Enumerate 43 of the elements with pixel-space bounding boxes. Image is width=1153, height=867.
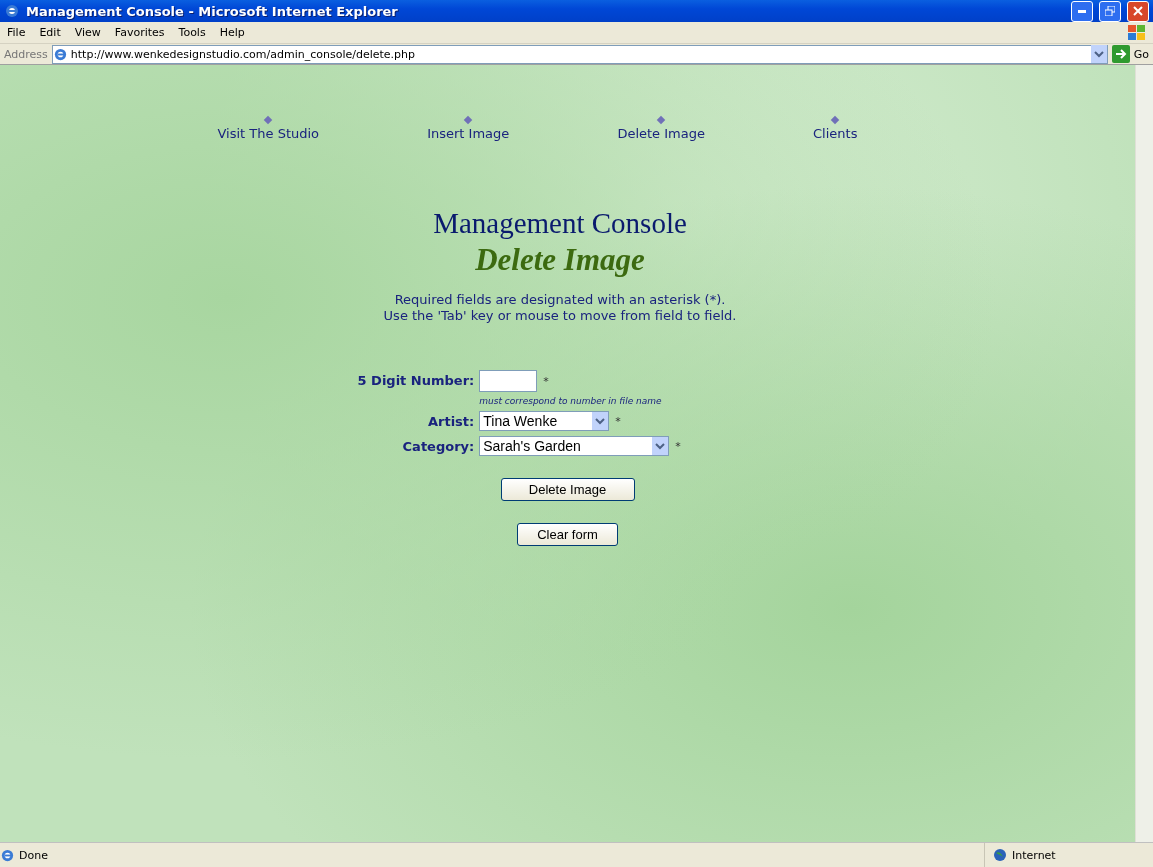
required-mark: * [675, 439, 681, 453]
address-label: Address [4, 47, 48, 61]
menu-item[interactable]: Help [212, 26, 252, 39]
menu-item[interactable]: File [0, 26, 33, 39]
instruction-text: Required fields are designated with an asterisk (*). [393, 292, 727, 308]
zone-text: Internet [1012, 848, 1056, 862]
address-field[interactable]: http://www.wenkedesignstudio.com/admin_console/delete.php [51, 44, 1108, 64]
select-field[interactable]: Sarah's Garden [479, 436, 670, 456]
scrollbar[interactable] [1135, 65, 1153, 842]
browser-icon [4, 3, 20, 19]
window-title: Management Console - Microsoft Internet Explorer [26, 3, 399, 19]
menu-item[interactable]: Edit [32, 26, 68, 39]
field-label: Artist: [426, 413, 475, 429]
required-mark: * [543, 374, 549, 388]
page-heading: Management Console [433, 207, 687, 240]
instruction-text: Use the 'Tab' key or mouse to move from field to field. [383, 308, 737, 324]
nav-link[interactable]: Delete Image [617, 117, 705, 141]
minimize-icon [1078, 9, 1086, 13]
menu-item[interactable]: View [67, 26, 108, 39]
clear-form-button[interactable]: Clear form [517, 523, 618, 546]
close-button[interactable] [1127, 0, 1149, 22]
number-input-field[interactable] [479, 370, 538, 392]
windows-logo-icon [1127, 23, 1147, 42]
menu-item[interactable]: Favorites [107, 26, 172, 39]
menu-item[interactable]: Tools [171, 26, 213, 39]
restore-icon [1105, 6, 1115, 16]
field-label: 5 Digit Number: [356, 372, 475, 388]
required-mark: * [615, 414, 621, 428]
nav-link[interactable]: Clients [813, 117, 858, 141]
status-text: Done [19, 848, 49, 862]
nav-link[interactable]: Insert Image [427, 117, 510, 141]
field-label: Category: [401, 438, 475, 454]
delete-image-button[interactable]: Delete Image [500, 478, 635, 501]
minimize-button[interactable] [1071, 0, 1093, 22]
field-hint: must correspond to number in file name [479, 396, 663, 406]
close-icon [1133, 6, 1143, 16]
browser-icon [0, 847, 15, 863]
select-field[interactable]: Tina Wenke [479, 411, 610, 431]
browser-icon [52, 46, 68, 62]
restore-button[interactable] [1099, 0, 1121, 22]
globe-icon [993, 848, 1007, 862]
page-subheading: Delete Image [475, 242, 645, 278]
nav-link[interactable]: Visit The Studio [217, 117, 320, 141]
